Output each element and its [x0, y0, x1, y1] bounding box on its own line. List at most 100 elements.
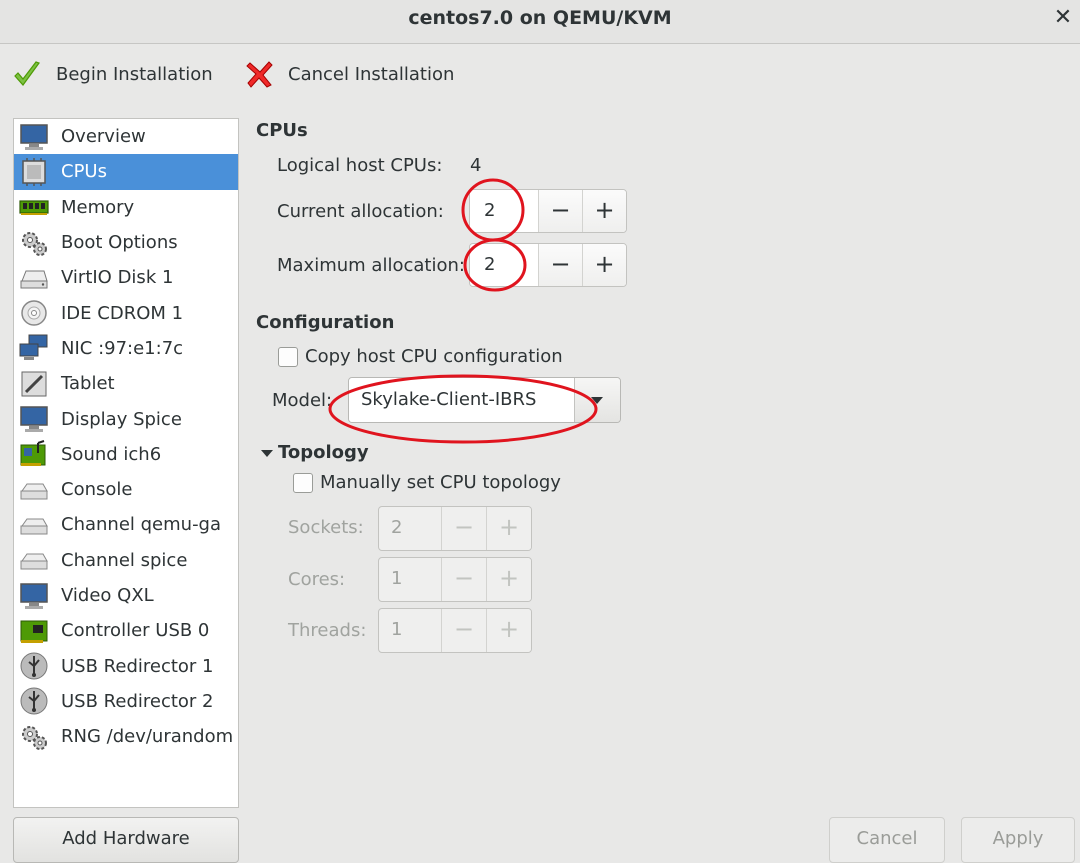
- sidebar-item-video-qxl[interactable]: Video QXL: [14, 578, 238, 613]
- serial-icon: [20, 483, 48, 500]
- window-titlebar: centos7.0 on QEMU/KVM ✕: [0, 0, 1080, 44]
- threads-spinner: 1 − +: [378, 608, 532, 653]
- sockets-increment-button[interactable]: +: [486, 507, 531, 550]
- sidebar-item-ide-cdrom[interactable]: IDE CDROM 1: [14, 295, 238, 330]
- threads-decrement-button[interactable]: −: [441, 609, 486, 652]
- sidebar-item-sound[interactable]: Sound ich6: [14, 437, 238, 472]
- sidebar-item-label: USB Redirector 2: [61, 690, 214, 712]
- sidebar-item-nic[interactable]: NIC :97:e1:7c: [14, 331, 238, 366]
- sidebar-item-label: Tablet: [61, 373, 115, 395]
- sidebar-item-usb-redirector-2[interactable]: USB Redirector 2: [14, 684, 238, 719]
- usb-icon: [20, 652, 48, 680]
- controller-card-icon: [20, 620, 48, 643]
- sidebar-item-boot-options[interactable]: Boot Options: [14, 225, 238, 260]
- copy-host-cpu-label: Copy host CPU configuration: [305, 346, 563, 367]
- manual-topology-checkbox[interactable]: [293, 473, 313, 493]
- serial-icon: [20, 553, 48, 570]
- cores-label: Cores:: [288, 569, 346, 590]
- topology-expander[interactable]: Topology: [260, 442, 369, 463]
- close-icon[interactable]: ✕: [1050, 5, 1076, 31]
- monitor-icon: [20, 123, 48, 150]
- sidebar-item-label: Display Spice: [61, 408, 182, 430]
- cancel-x-icon: [246, 61, 273, 88]
- apply-button[interactable]: Apply: [961, 817, 1075, 863]
- sidebar-item-display-spice[interactable]: Display Spice: [14, 401, 238, 436]
- sidebar-item-virtio-disk[interactable]: VirtIO Disk 1: [14, 260, 238, 295]
- memory-icon: [19, 200, 49, 216]
- logical-host-cpus-value: 4: [470, 155, 482, 176]
- sockets-input[interactable]: 2: [379, 507, 441, 550]
- sidebar-item-usb-redirector-1[interactable]: USB Redirector 1: [14, 648, 238, 683]
- sockets-spinner: 2 − +: [378, 506, 532, 551]
- cores-decrement-button[interactable]: −: [441, 558, 486, 601]
- topology-heading: Topology: [278, 442, 369, 463]
- manual-topology-label: Manually set CPU topology: [320, 472, 561, 493]
- maximum-allocation-increment-button[interactable]: +: [582, 244, 626, 286]
- maximum-allocation-label: Maximum allocation:: [277, 255, 465, 276]
- sidebar-item-channel-spice[interactable]: Channel spice: [14, 543, 238, 578]
- model-label: Model:: [272, 390, 333, 411]
- sidebar-item-tablet[interactable]: Tablet: [14, 366, 238, 401]
- cores-increment-button[interactable]: +: [486, 558, 531, 601]
- logical-host-cpus-label: Logical host CPUs:: [277, 155, 443, 176]
- network-icon: [19, 334, 48, 361]
- copy-host-cpu-checkbox[interactable]: [278, 347, 298, 367]
- begin-installation-button[interactable]: Begin Installation: [12, 57, 213, 91]
- model-dropdown-button[interactable]: [574, 378, 620, 422]
- sidebar-item-label: Video QXL: [61, 585, 154, 606]
- cores-spinner: 1 − +: [378, 557, 532, 602]
- hardware-list: Overview CPUs Memory Boot Options VirtIO…: [13, 118, 239, 808]
- sockets-label: Sockets:: [288, 517, 364, 538]
- sidebar-item-label: IDE CDROM 1: [61, 302, 184, 324]
- cancel-installation-label: Cancel Installation: [288, 63, 455, 85]
- threads-label: Threads:: [288, 620, 367, 641]
- model-combobox[interactable]: Skylake-Client-IBRS: [348, 377, 621, 423]
- sidebar-item-console[interactable]: Console: [14, 472, 238, 507]
- sidebar-item-label: Channel spice: [61, 549, 188, 571]
- sidebar-item-cpus[interactable]: CPUs: [14, 154, 238, 190]
- sidebar-item-memory[interactable]: Memory: [14, 190, 238, 225]
- sockets-decrement-button[interactable]: −: [441, 507, 486, 550]
- maximum-allocation-spinner: 2 − +: [469, 243, 627, 287]
- sidebar-item-label: NIC :97:e1:7c: [61, 337, 184, 359]
- expander-arrow-icon: [261, 449, 273, 457]
- sound-card-icon: [20, 440, 46, 467]
- sidebar-item-label: Channel qemu-ga: [61, 514, 222, 536]
- chevron-down-icon: [591, 397, 604, 404]
- sidebar-item-rng[interactable]: RNG /dev/urandom: [14, 719, 238, 754]
- sidebar-item-label: Memory: [61, 196, 135, 218]
- begin-installation-label: Begin Installation: [56, 63, 213, 85]
- toolbar: Begin Installation Cancel Installation: [0, 45, 1080, 103]
- cores-input[interactable]: 1: [379, 558, 441, 601]
- sidebar-item-label: Overview: [61, 126, 146, 148]
- gears-icon: [22, 725, 47, 750]
- sidebar-item-controller-usb[interactable]: Controller USB 0: [14, 613, 238, 648]
- maximum-allocation-input[interactable]: 2: [470, 244, 538, 286]
- threads-input[interactable]: 1: [379, 609, 441, 652]
- sidebar-item-label: VirtIO Disk 1: [61, 267, 174, 289]
- disk-icon: [20, 270, 48, 289]
- cancel-button[interactable]: Cancel: [829, 817, 945, 863]
- monitor-icon: [20, 406, 48, 433]
- configuration-heading: Configuration: [256, 312, 395, 333]
- current-allocation-input[interactable]: 2: [470, 190, 538, 232]
- monitor-icon: [20, 582, 48, 609]
- threads-increment-button[interactable]: +: [486, 609, 531, 652]
- current-allocation-decrement-button[interactable]: −: [538, 190, 582, 232]
- sidebar-item-overview[interactable]: Overview: [14, 119, 238, 154]
- cpus-heading: CPUs: [256, 120, 308, 141]
- cancel-installation-button[interactable]: Cancel Installation: [246, 57, 454, 91]
- sidebar-item-label: Boot Options: [61, 232, 178, 254]
- maximum-allocation-decrement-button[interactable]: −: [538, 244, 582, 286]
- add-hardware-button[interactable]: Add Hardware: [13, 817, 239, 863]
- current-allocation-spinner: 2 − +: [469, 189, 627, 233]
- usb-icon: [20, 687, 48, 715]
- model-input[interactable]: Skylake-Client-IBRS: [349, 378, 575, 422]
- current-allocation-increment-button[interactable]: +: [582, 190, 626, 232]
- serial-icon: [20, 518, 48, 535]
- sidebar-item-label: RNG /dev/urandom: [61, 726, 234, 748]
- sidebar-item-channel-qemu-ga[interactable]: Channel qemu-ga: [14, 507, 238, 542]
- sidebar-item-label: Sound ich6: [61, 443, 162, 465]
- sidebar-item-label: Controller USB 0: [61, 620, 210, 642]
- gears-icon: [22, 231, 47, 256]
